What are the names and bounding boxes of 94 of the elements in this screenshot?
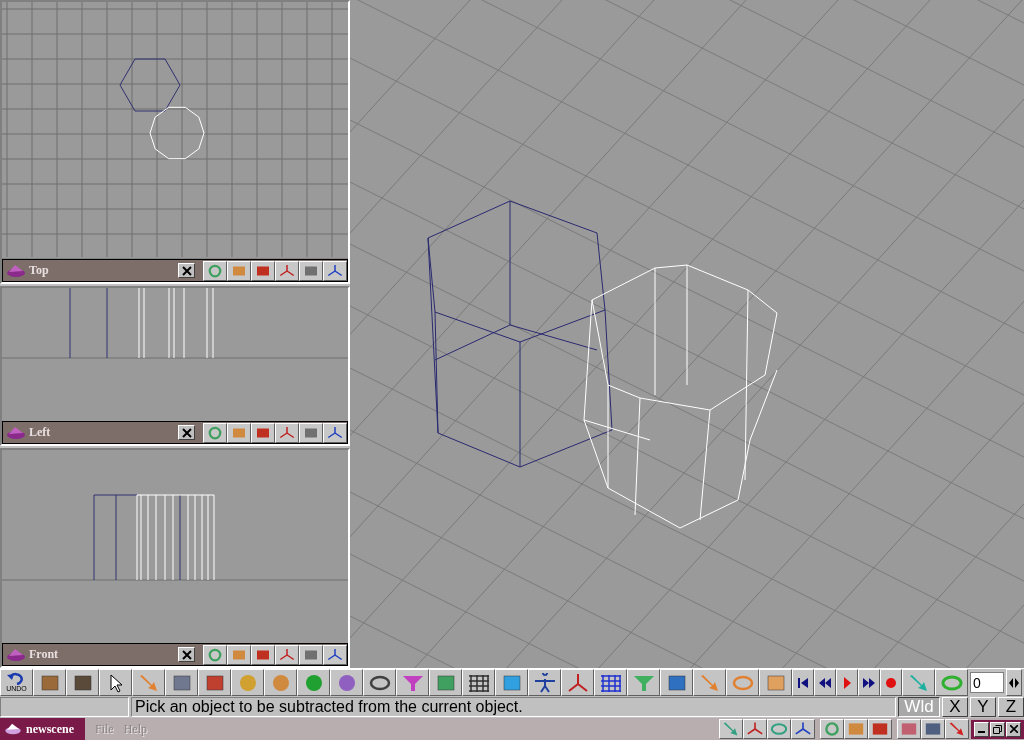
fast-forward-icon [863,676,875,689]
menu-tool-button[interactable] [791,719,815,740]
toolbar-button[interactable] [99,669,132,697]
toolbar-button[interactable] [66,669,99,697]
hat-logo-icon [6,263,26,278]
toolbar-button[interactable] [198,669,231,697]
close-button[interactable] [1006,721,1021,737]
close-icon [1009,725,1018,734]
coordinate-button[interactable]: Z [998,697,1024,718]
menu-tool-button[interactable] [844,719,868,740]
coordinate-button[interactable]: Y [970,697,996,718]
view-tool-button[interactable] [203,422,227,443]
toolbar-button[interactable] [528,669,561,697]
view-tool-button[interactable] [275,260,299,281]
toolbar-button[interactable] [396,669,429,697]
close-icon [181,265,192,276]
axes-icon [326,646,344,663]
viewport-title: Front [29,647,60,662]
playback-button[interactable] [792,669,814,697]
toolbar-button[interactable] [297,669,330,697]
hexagon-outline [119,58,181,112]
octagon-outline [149,106,205,160]
toolbar-button[interactable] [902,669,935,697]
axes-icon [278,262,296,279]
viewport-title: Left [29,425,52,440]
view-tool-button[interactable] [251,644,275,665]
hat-logo-icon [4,723,22,736]
axes-icon [326,262,344,279]
expand-button[interactable] [1006,669,1022,697]
view-tool-button[interactable] [227,260,251,281]
view-tool-button[interactable] [323,644,347,665]
rewind-icon [819,676,831,689]
toolbar-button[interactable] [231,669,264,697]
close-icon [181,427,192,438]
restore-icon [993,724,1002,734]
toolbar-button[interactable] [561,669,594,697]
grid-icon [598,672,623,693]
view-tool-button[interactable] [323,422,347,443]
toolbar-button[interactable] [462,669,495,697]
axes-icon [278,424,296,441]
playback-button[interactable] [814,669,836,697]
toolbar-button[interactable] [726,669,759,697]
toolbar-button[interactable] [495,669,528,697]
toolbar-button[interactable] [594,669,627,697]
close-button[interactable] [178,425,195,440]
view-tool-button[interactable] [299,644,323,665]
box-icon [846,721,866,738]
minimize-button[interactable] [974,721,989,737]
playback-button[interactable] [858,669,880,697]
axes-icon [326,424,344,441]
toolbar-button[interactable] [363,669,396,697]
skip-to-start-icon [797,676,809,689]
toolbar-button[interactable] [693,669,726,697]
play-icon [842,676,852,689]
view-tool-button[interactable] [227,644,251,665]
axes-icon [278,646,296,663]
viewport-title: Top [29,263,50,278]
restore-button[interactable] [990,721,1005,737]
playback-button[interactable] [836,669,858,697]
toolbar-button[interactable] [627,669,660,697]
close-button[interactable] [178,263,195,278]
view-tool-button[interactable] [275,422,299,443]
status-message: Pick an object to be subtracted from the current object. [131,697,896,718]
view-tool-button[interactable] [203,260,227,281]
view-tool-button[interactable] [251,422,275,443]
close-icon [181,649,192,660]
figure-icon [532,672,557,693]
hat-logo-icon [6,647,26,662]
view-tool-button[interactable] [275,644,299,665]
toolbar-button[interactable] [660,669,693,697]
playback-button[interactable] [880,669,902,697]
close-button[interactable] [178,647,195,662]
view-tool-button[interactable] [203,644,227,665]
toolbar-button[interactable] [759,669,792,697]
toolbar-button[interactable] [264,669,297,697]
menu-tool-button[interactable] [719,719,743,740]
toolbar-button[interactable] [935,669,968,697]
toolbar-button[interactable] [132,669,165,697]
coordinate-button[interactable]: X [942,697,968,718]
toolbar-button[interactable] [165,669,198,697]
record-icon [885,676,897,689]
view-tool-button[interactable] [227,422,251,443]
toolbar-button[interactable] [33,669,66,697]
scene-name: newscene [26,721,74,737]
menu-tool-button[interactable] [743,719,767,740]
view-tool-button[interactable] [299,260,323,281]
view-tool-button[interactable] [323,260,347,281]
toolbar-button[interactable] [429,669,462,697]
view-tool-button[interactable] [251,260,275,281]
hat-logo-icon [6,425,26,440]
frame-field[interactable]: 0 [970,672,1004,694]
toolbar-button[interactable] [330,669,363,697]
list-icon [466,672,491,693]
view-tool-button[interactable] [299,422,323,443]
